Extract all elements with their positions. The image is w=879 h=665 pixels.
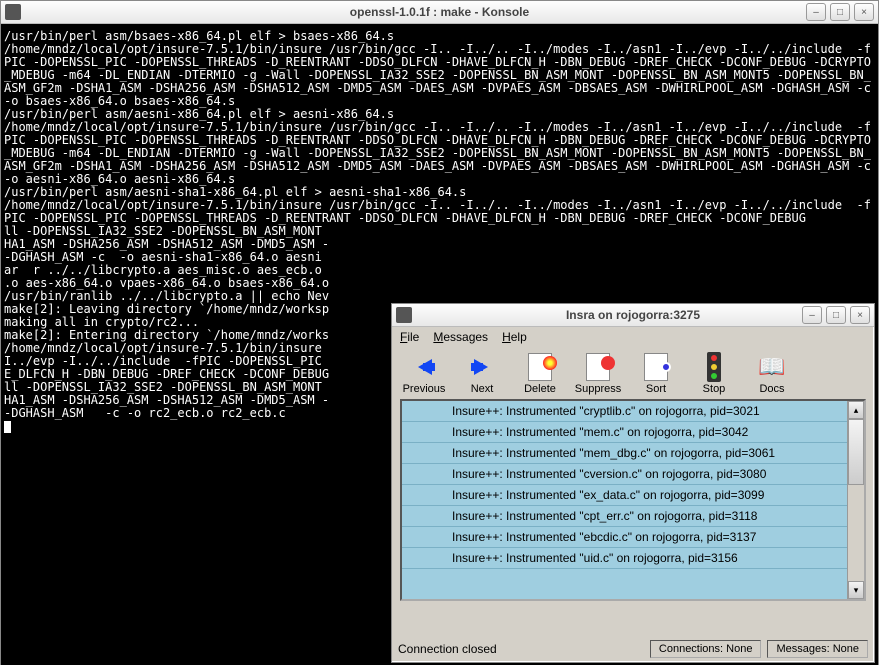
insra-titlebar[interactable]: Insra on rojogorra:3275 – □ × <box>392 304 874 327</box>
delete-label: Delete <box>524 383 556 395</box>
message-list: Insure++: Instrumented "cryptlib.c" on r… <box>400 399 866 601</box>
list-item[interactable]: Insure++: Instrumented "cversion.c" on r… <box>402 464 864 485</box>
statusbar: Connection closed Connections: None Mess… <box>398 640 868 658</box>
konsole-title: openssl-1.0.1f : make - Konsole <box>350 5 529 19</box>
list-item[interactable]: Insure++: Instrumented "cpt_err.c" on ro… <box>402 506 864 527</box>
terminal-cursor <box>4 421 11 433</box>
scroll-track[interactable] <box>848 485 864 581</box>
menu-help[interactable]: Help <box>502 330 527 344</box>
insra-menubar: File Messages Help <box>392 327 874 347</box>
status-text: Connection closed <box>398 642 644 656</box>
stop-label: Stop <box>703 383 726 395</box>
scroll-up-icon[interactable]: ▴ <box>848 401 864 419</box>
menu-messages[interactable]: Messages <box>433 330 488 344</box>
sort-button[interactable]: Sort <box>632 353 680 395</box>
minimize-icon[interactable]: – <box>802 306 822 324</box>
insra-app-icon <box>396 307 412 323</box>
sort-label: Sort <box>646 383 666 395</box>
list-item[interactable]: Insure++: Instrumented "ebcdic.c" on roj… <box>402 527 864 548</box>
previous-button[interactable]: Previous <box>400 353 448 395</box>
insra-toolbar: Previous Next Delete Suppress Sort Stop … <box>392 347 874 399</box>
list-item[interactable]: Insure++: Instrumented "mem_dbg.c" on ro… <box>402 443 864 464</box>
close-icon[interactable]: × <box>854 3 874 21</box>
scroll-thumb[interactable] <box>848 419 864 485</box>
list-item[interactable]: Insure++: Instrumented "mem.c" on rojogo… <box>402 422 864 443</box>
list-item[interactable]: Insure++: Instrumented "cryptlib.c" on r… <box>402 401 864 422</box>
suppress-button[interactable]: Suppress <box>574 353 622 395</box>
scroll-down-icon[interactable]: ▾ <box>848 581 864 599</box>
insra-title: Insra on rojogorra:3275 <box>566 308 700 322</box>
menu-file[interactable]: File <box>400 330 419 344</box>
connections-button[interactable]: Connections: None <box>650 640 762 658</box>
delete-button[interactable]: Delete <box>516 353 564 395</box>
maximize-icon[interactable]: □ <box>826 306 846 324</box>
messages-button[interactable]: Messages: None <box>767 640 868 658</box>
previous-label: Previous <box>403 383 446 395</box>
arrow-right-icon <box>468 353 496 381</box>
delete-icon <box>526 353 554 381</box>
list-item[interactable]: Insure++: Instrumented "ex_data.c" on ro… <box>402 485 864 506</box>
insra-window: Insra on rojogorra:3275 – □ × File Messa… <box>391 303 875 663</box>
konsole-titlebar[interactable]: openssl-1.0.1f : make - Konsole – □ × <box>1 1 878 24</box>
suppress-label: Suppress <box>575 383 621 395</box>
konsole-app-icon <box>5 4 21 20</box>
traffic-light-icon <box>700 353 728 381</box>
maximize-icon[interactable]: □ <box>830 3 850 21</box>
list-item[interactable]: Insure++: Instrumented "uid.c" on rojogo… <box>402 548 864 569</box>
scrollbar[interactable]: ▴ ▾ <box>847 401 864 599</box>
sort-icon <box>642 353 670 381</box>
arrow-left-icon <box>410 353 438 381</box>
minimize-icon[interactable]: – <box>806 3 826 21</box>
next-label: Next <box>471 383 494 395</box>
close-icon[interactable]: × <box>850 306 870 324</box>
docs-icon: 📖 <box>758 353 786 381</box>
docs-label: Docs <box>759 383 784 395</box>
stop-button[interactable]: Stop <box>690 353 738 395</box>
docs-button[interactable]: 📖 Docs <box>748 353 796 395</box>
suppress-icon <box>584 353 612 381</box>
next-button[interactable]: Next <box>458 353 506 395</box>
